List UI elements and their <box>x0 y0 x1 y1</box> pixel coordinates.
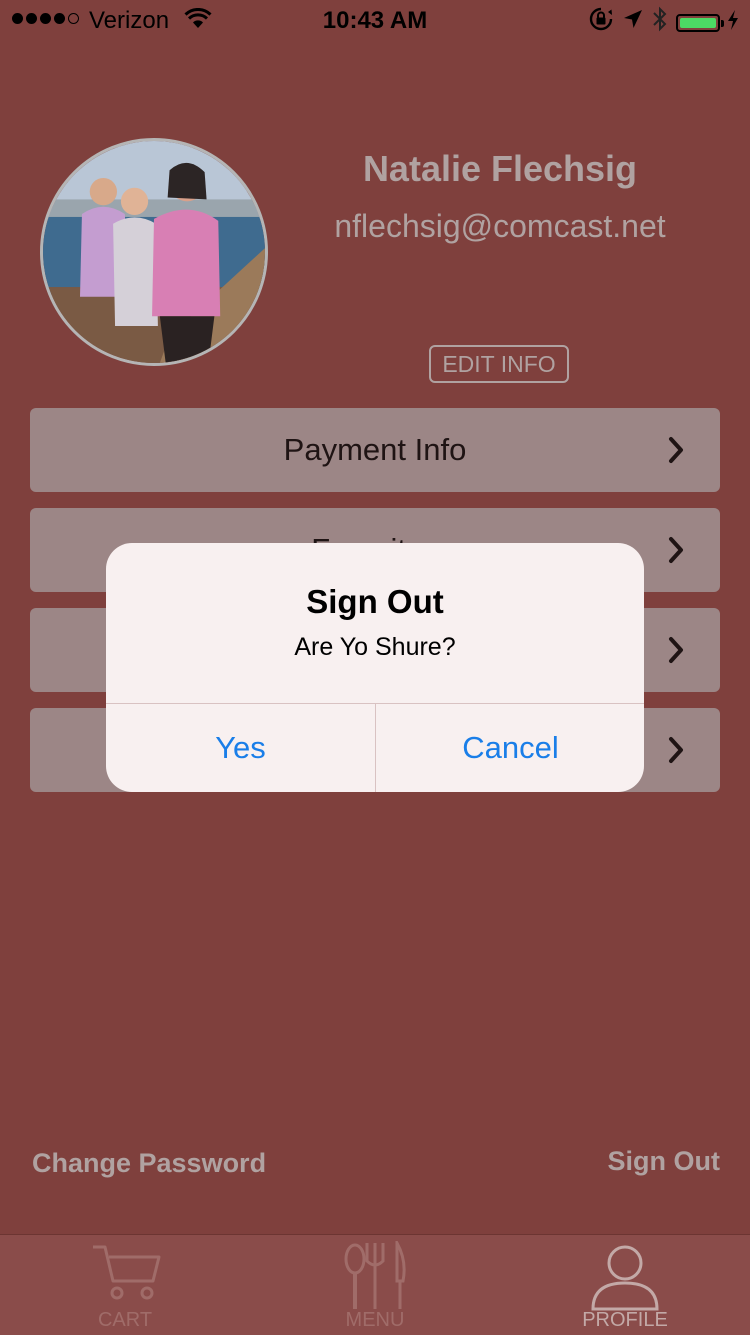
chevron-right-icon <box>669 737 683 763</box>
alert-title: Sign Out <box>306 583 444 620</box>
tab-label: PROFILE <box>582 1309 668 1331</box>
change-password-link[interactable]: Change Password <box>32 1148 266 1179</box>
yes-button[interactable]: Yes <box>106 704 375 792</box>
tab-label: MENU <box>345 1309 405 1331</box>
chevron-right-icon <box>669 537 683 563</box>
tab-bar: CART MENU PROFILE <box>0 1234 750 1335</box>
tab-menu[interactable]: MENU <box>250 1235 500 1335</box>
tab-profile[interactable]: PROFILE <box>500 1235 750 1335</box>
sign-out-alert: Sign Out Are Yo Shure? Yes Cancel <box>106 543 644 792</box>
status-bar: Verizon 10:43 AM <box>0 0 750 40</box>
person-icon <box>591 1245 659 1311</box>
fork-knife-icon <box>344 1241 406 1309</box>
cart-icon <box>93 1245 161 1300</box>
charging-icon <box>728 9 738 37</box>
rotation-lock-icon <box>588 6 614 39</box>
bluetooth-icon <box>652 6 668 39</box>
tab-cart[interactable]: CART <box>0 1235 250 1335</box>
chevron-right-icon <box>669 437 683 463</box>
tab-label: CART <box>97 1309 153 1331</box>
alert-message: Are Yo Shure? <box>294 633 456 661</box>
chevron-right-icon <box>669 637 683 663</box>
sign-out-link[interactable]: Sign Out <box>608 1146 720 1177</box>
location-icon <box>622 8 644 37</box>
avatar <box>40 138 268 366</box>
profile-email: nflechsig@comcast.net <box>334 208 666 244</box>
battery-icon <box>676 13 724 32</box>
cancel-button[interactable]: Cancel <box>376 704 644 792</box>
edit-info-button[interactable]: EDIT INFO <box>429 345 569 383</box>
menu-item-label: Payment Info <box>283 432 467 467</box>
payment-info-row[interactable]: Payment Info <box>30 408 720 492</box>
profile-name: Natalie Flechsig <box>362 148 638 189</box>
